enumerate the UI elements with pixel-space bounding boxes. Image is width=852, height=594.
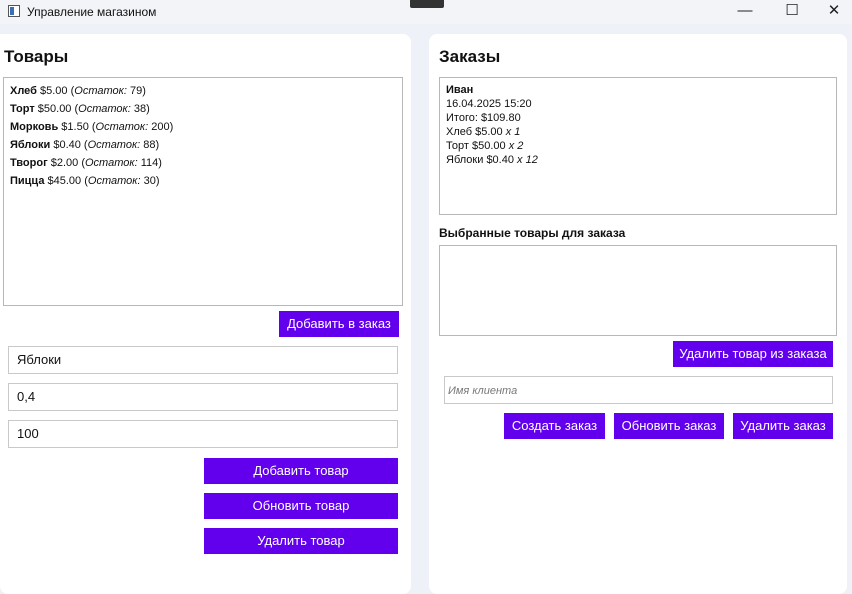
- product-stock-label: Остаток:: [95, 121, 149, 133]
- product-name-field[interactable]: Яблоки: [8, 346, 398, 374]
- order-item[interactable]: Иван 16.04.2025 15:20 Итого: $109.80 Хле…: [446, 83, 830, 167]
- product-price: $2.00: [50, 157, 79, 169]
- order-line-price: $0.40: [486, 154, 514, 166]
- order-line-qty: x 1: [505, 126, 521, 138]
- window-title: Управление магазином: [27, 5, 157, 19]
- customer-name-input[interactable]: Имя клиента: [444, 376, 833, 404]
- product-stock-label: Остаток:: [78, 103, 131, 115]
- products-list[interactable]: Хлеб $5.00 (Остаток: 79) Торт $50.00 (Ост…: [3, 77, 403, 306]
- order-line-qty: x 2: [508, 140, 524, 152]
- add-product-button[interactable]: Добавить товар: [204, 458, 398, 484]
- product-quantity-field[interactable]: 100: [8, 420, 398, 448]
- close-button[interactable]: ✕: [814, 0, 852, 22]
- product-stock: 38: [133, 103, 147, 115]
- order-line-price: $5.00: [475, 126, 503, 138]
- add-to-order-button[interactable]: Добавить в заказ: [279, 311, 399, 337]
- product-stock: 30: [143, 175, 156, 187]
- orders-panel: Заказы Иван 16.04.2025 15:20 Итого: $109…: [429, 34, 847, 594]
- product-stock-label: Остаток:: [85, 157, 138, 169]
- product-stock: 200: [151, 121, 170, 133]
- selected-items-heading: Выбранные товары для заказа: [439, 226, 626, 240]
- orders-list[interactable]: Иван 16.04.2025 15:20 Итого: $109.80 Хле…: [439, 77, 837, 215]
- product-name: Яблоки: [10, 139, 51, 151]
- update-product-button[interactable]: Обновить товар: [204, 493, 398, 519]
- product-price: $5.00: [40, 85, 68, 97]
- customer-name-placeholder: Имя клиента: [448, 385, 518, 397]
- product-stock-label: Остаток:: [74, 85, 127, 97]
- product-stock: 79: [129, 85, 143, 97]
- order-line-name: Яблоки: [446, 154, 484, 166]
- order-total: Итого: $109.80: [446, 112, 521, 124]
- products-heading: Товары: [4, 47, 69, 66]
- product-name: Творог: [10, 157, 48, 169]
- product-price-field[interactable]: 0,4: [8, 383, 398, 411]
- create-order-button[interactable]: Создать заказ: [504, 413, 605, 439]
- product-name: Морковь: [10, 121, 59, 133]
- order-line-name: Хлеб: [446, 126, 473, 138]
- product-stock: 88: [143, 139, 156, 151]
- order-line-item: Хлеб $5.00 x 1: [446, 125, 830, 139]
- order-line-item: Торт $50.00 x 2: [446, 139, 830, 153]
- update-order-button[interactable]: Обновить заказ: [614, 413, 724, 439]
- delete-product-button[interactable]: Удалить товар: [204, 528, 398, 554]
- app-icon: [8, 5, 20, 17]
- product-list-item[interactable]: Творог $2.00 (Остаток: 114): [10, 154, 396, 172]
- product-name: Хлеб: [10, 85, 37, 97]
- product-name: Пицца: [10, 175, 45, 187]
- product-stock-label: Остаток:: [87, 175, 141, 187]
- selected-items-list[interactable]: [439, 245, 837, 336]
- remove-from-order-button[interactable]: Удалить товар из заказа: [673, 341, 833, 367]
- order-customer: Иван: [446, 84, 474, 96]
- product-price: $50.00: [37, 103, 72, 115]
- top-notch: [410, 0, 444, 8]
- orders-heading: Заказы: [439, 47, 501, 66]
- products-panel: Товары Хлеб $5.00 (Остаток: 79) Торт $50.…: [0, 34, 411, 594]
- delete-order-button[interactable]: Удалить заказ: [733, 413, 833, 439]
- order-line-item: Яблоки $0.40 x 12: [446, 153, 830, 167]
- order-line-price: $50.00: [471, 140, 506, 152]
- product-name: Торт: [10, 103, 35, 115]
- minimize-button[interactable]: —: [725, 0, 765, 22]
- product-price: $45.00: [47, 175, 82, 187]
- product-stock-label: Остаток:: [87, 139, 141, 151]
- order-line-name: Торт: [446, 140, 469, 152]
- product-list-item[interactable]: Хлеб $5.00 (Остаток: 79): [10, 82, 396, 100]
- product-price: $0.40: [53, 139, 81, 151]
- order-line-qty: x 12: [517, 154, 538, 166]
- product-list-item[interactable]: Морковь $1.50 (Остаток: 200): [10, 118, 396, 136]
- product-list-item[interactable]: Пицца $45.00 (Остаток: 30): [10, 172, 396, 190]
- product-price: $1.50: [61, 121, 89, 133]
- product-list-item[interactable]: Яблоки $0.40 (Остаток: 88): [10, 136, 396, 154]
- product-list-item[interactable]: Торт $50.00 (Остаток: 38): [10, 100, 396, 118]
- order-date: 16.04.2025 15:20: [446, 98, 532, 110]
- product-stock: 114: [140, 157, 159, 169]
- window-title-bar: Управление магазином — ☐ ✕: [0, 0, 852, 24]
- maximize-button[interactable]: ☐: [772, 0, 812, 22]
